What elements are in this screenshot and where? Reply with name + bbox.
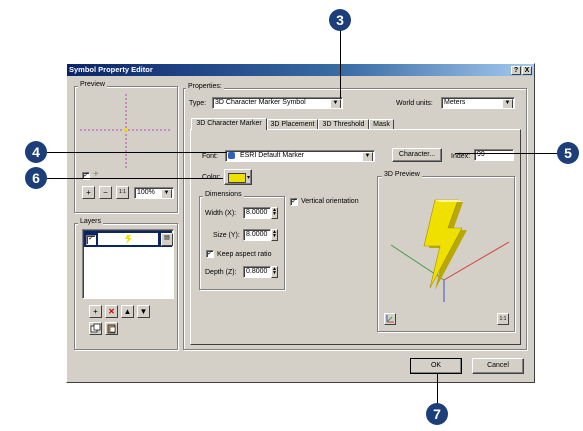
delete-layer-button[interactable]: ✕: [105, 305, 118, 318]
font-select[interactable]: ESRI Default Marker ▼: [225, 150, 375, 162]
size-field[interactable]: 8.0000: [243, 229, 271, 241]
actual-size-button[interactable]: 1:1: [116, 186, 129, 199]
fit-view-button[interactable]: 1:1: [497, 313, 509, 325]
chevron-down-icon: ▼: [362, 152, 373, 161]
move-layer-down-button[interactable]: ▼: [137, 305, 150, 318]
chevron-down-icon: ▼: [330, 99, 341, 108]
font-icon: [228, 151, 235, 159]
3d-preview-canvas: 1:1: [381, 182, 511, 328]
layer-symbol-preview: [98, 233, 158, 245]
add-layer-button[interactable]: +: [89, 305, 102, 318]
properties-group-label: Properties:: [186, 83, 224, 91]
dimensions-group-label: Dimensions: [203, 191, 244, 199]
dialog-title: Symbol Property Editor: [69, 65, 153, 74]
paste-layer-button[interactable]: [105, 322, 118, 335]
zoom-out-button[interactable]: −: [99, 186, 112, 199]
copy-icon: [90, 323, 101, 333]
zoom-in-button[interactable]: +: [82, 186, 95, 199]
callout-4-line: [45, 152, 227, 153]
font-label: Font:: [202, 153, 218, 160]
width-field[interactable]: 8.0000: [243, 207, 271, 219]
callout-5: 5: [557, 142, 579, 164]
type-select[interactable]: 3D Character Marker Symbol ▼: [212, 97, 343, 109]
cancel-button[interactable]: Cancel: [472, 358, 524, 374]
3d-preview-label: 3D Preview: [382, 171, 422, 179]
callout-3-line: [340, 30, 341, 98]
help-button[interactable]: ?: [511, 66, 521, 75]
layers-list: ✓ ▤: [82, 229, 174, 299]
width-label: Width (X):: [205, 210, 237, 217]
layer-properties-button[interactable]: ▤: [161, 233, 173, 246]
callout-5-line: [455, 153, 561, 154]
chevron-down-icon: ▾: [246, 175, 250, 181]
type-label: Type:: [189, 100, 207, 107]
tab-3d-character-marker[interactable]: 3D Character Marker: [191, 118, 267, 130]
keep-aspect-label: Keep aspect ratio: [217, 251, 272, 258]
vertical-orientation-checkbox[interactable]: ✓: [290, 198, 298, 206]
zoom-value: 100%: [137, 189, 155, 196]
preview-crosshair: [80, 94, 172, 168]
chevron-down-icon: ▼: [161, 189, 172, 198]
size-label: Size (Y):: [213, 232, 240, 239]
layer-checkbox[interactable]: ✓: [86, 235, 96, 245]
color-swatch: [228, 173, 246, 183]
depth-label: Depth (Z):: [205, 269, 237, 276]
layers-group-label: Layers: [78, 218, 104, 226]
close-button[interactable]: X: [522, 66, 532, 75]
chevron-down-icon: ▼: [502, 99, 513, 108]
character-button[interactable]: Character...: [392, 148, 442, 162]
font-value: ESRI Default Marker: [239, 152, 305, 159]
ok-button[interactable]: OK: [410, 358, 462, 374]
depth-spinner[interactable]: ▲ ▼: [271, 266, 278, 278]
zoom-select[interactable]: 100% ▼: [134, 187, 174, 199]
world-units-select[interactable]: Meters ▼: [441, 97, 515, 109]
callout-3: 3: [329, 9, 351, 31]
callout-4: 4: [25, 141, 47, 163]
move-layer-up-button[interactable]: ▲: [121, 305, 134, 318]
depth-field[interactable]: 0.8000: [243, 266, 271, 278]
callout-6-line: [45, 178, 223, 179]
layer-row[interactable]: ✓ ▤: [84, 231, 173, 247]
keep-aspect-checkbox[interactable]: ✓: [206, 250, 214, 258]
color-picker-button[interactable]: ▾: [224, 169, 252, 185]
paste-icon: [107, 324, 116, 334]
vertical-orientation-label: Vertical orientation: [301, 198, 359, 205]
world-units-value: Meters: [444, 99, 466, 106]
callout-7: 7: [426, 403, 448, 425]
preview-group-label: Preview: [78, 81, 107, 89]
callout-6: 6: [25, 167, 47, 189]
preview-canvas: [78, 92, 174, 170]
axes-icon[interactable]: [384, 313, 396, 325]
width-spinner[interactable]: ▲ ▼: [271, 207, 278, 219]
callout-7-line: [437, 373, 438, 405]
type-value: 3D Character Marker Symbol: [215, 99, 306, 106]
world-units-label: World units:: [396, 100, 433, 107]
size-spinner[interactable]: ▲ ▼: [271, 229, 278, 241]
lightning-bolt-3d: [390, 199, 510, 302]
index-field[interactable]: 99: [474, 149, 514, 161]
copy-layer-button[interactable]: [89, 322, 102, 335]
lightning-icon: [125, 235, 132, 244]
